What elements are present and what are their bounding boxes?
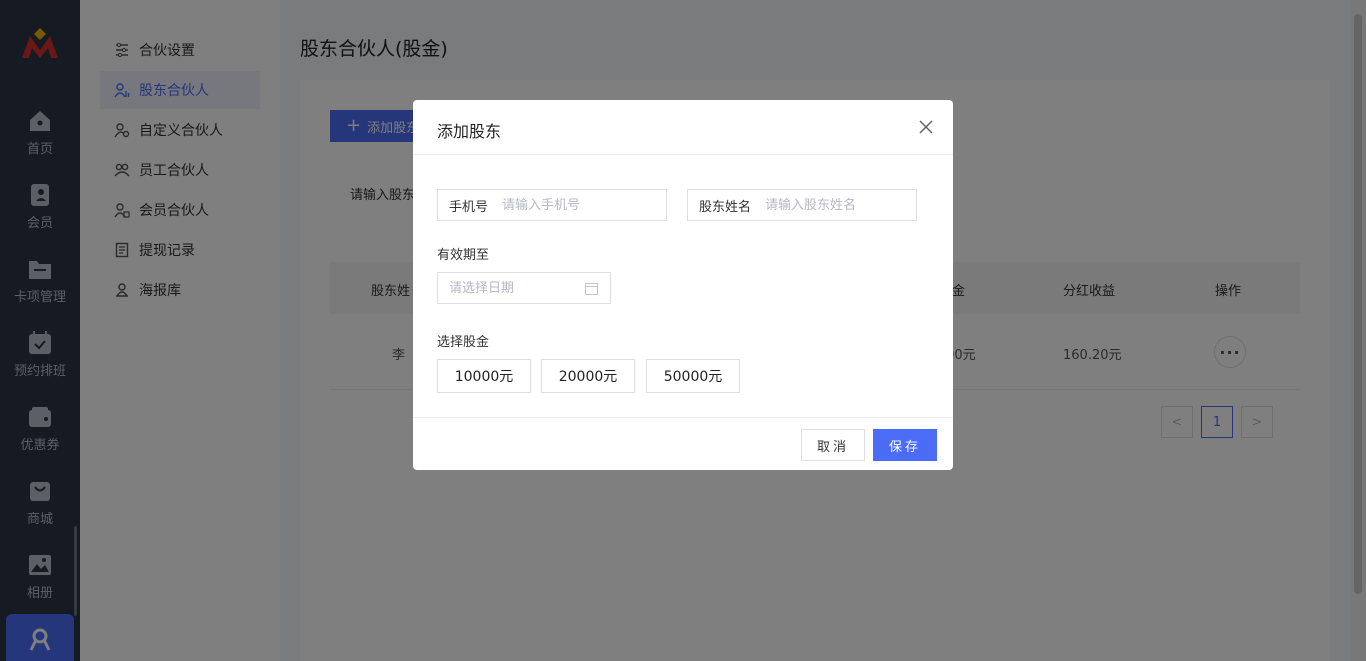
name-field-group: 股东姓名 [687,189,917,221]
add-shareholder-dialog: 添加股东 手机号 股东姓名 有效期至 选择股金 10000元 20000元 50… [413,100,953,470]
cancel-button[interactable]: 取消 [801,429,865,461]
share-option-10000[interactable]: 10000元 [437,359,531,393]
share-option-50000[interactable]: 50000元 [646,359,740,393]
expiry-date-picker[interactable] [437,272,611,304]
calendar-icon [585,283,598,295]
close-icon[interactable] [917,118,935,136]
phone-input[interactable] [502,197,633,213]
share-option-20000[interactable]: 20000元 [541,359,635,393]
date-input[interactable] [449,280,579,296]
dialog-header: 添加股东 [413,100,953,155]
dialog-title: 添加股东 [437,122,502,141]
save-button[interactable]: 保存 [873,429,937,461]
share-label: 选择股金 [437,335,490,350]
phone-label: 手机号 [449,199,489,215]
shareholder-name-input[interactable] [765,197,896,213]
name-label: 股东姓名 [699,199,752,215]
phone-field-group: 手机号 [437,189,667,221]
expiry-label: 有效期至 [437,248,490,263]
dialog-footer: 取消 保存 [413,417,953,470]
